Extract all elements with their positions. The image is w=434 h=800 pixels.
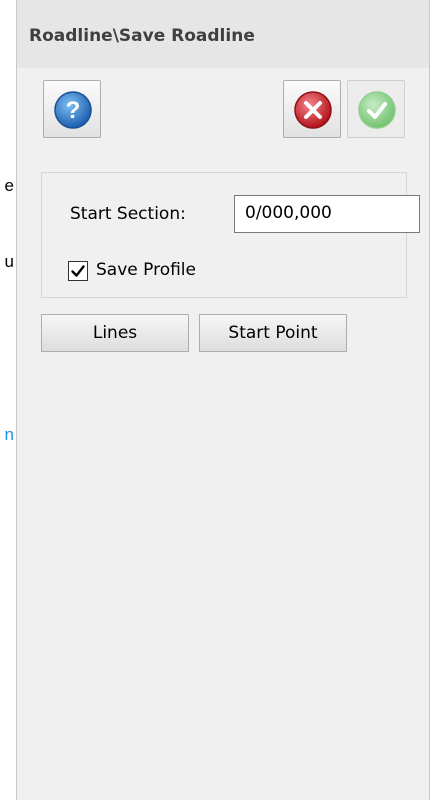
start-point-button[interactable]: Start Point xyxy=(199,314,347,352)
save-roadline-panel: Roadline\Save Roadline ? Start Section: … xyxy=(16,0,430,800)
check-icon xyxy=(358,91,396,129)
checkmark-icon xyxy=(71,265,85,277)
cancel-icon xyxy=(294,91,332,129)
options-group: Start Section: 0/000,000 Save Profile xyxy=(41,172,420,298)
ok-button[interactable] xyxy=(347,80,405,138)
help-button[interactable]: ? xyxy=(43,80,101,138)
save-profile-label[interactable]: Save Profile xyxy=(96,260,196,280)
background-link-fragment: n xyxy=(4,425,14,444)
cancel-button[interactable] xyxy=(283,80,341,138)
save-profile-checkbox[interactable] xyxy=(68,261,88,281)
svg-text:?: ? xyxy=(66,97,81,124)
panel-title: Roadline\Save Roadline xyxy=(29,26,255,46)
panel-header: Roadline\Save Roadline xyxy=(17,0,429,68)
help-icon: ? xyxy=(54,91,92,129)
start-section-input[interactable]: 0/000,000 xyxy=(234,195,420,233)
background-text-fragment: u xyxy=(4,252,14,271)
background-text-fragment: e xyxy=(4,176,14,195)
lines-button[interactable]: Lines xyxy=(41,314,189,352)
start-section-label: Start Section: xyxy=(70,204,186,224)
